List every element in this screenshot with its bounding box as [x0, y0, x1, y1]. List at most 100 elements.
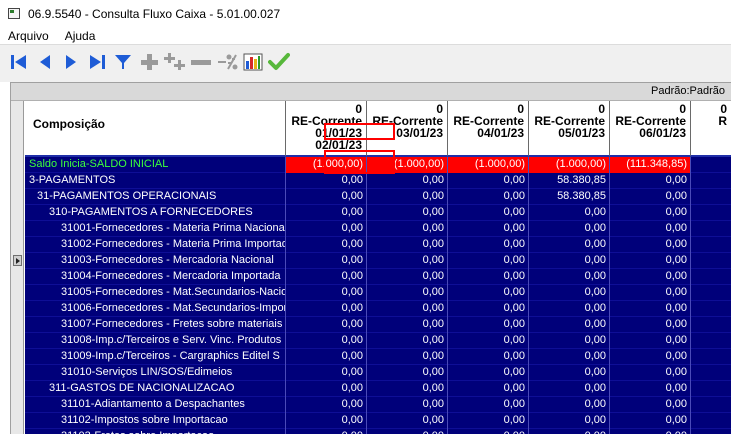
- account-name-cell: 31003-Fornecedores - Mercadoria Nacional: [25, 253, 286, 269]
- value-cell: [691, 253, 731, 269]
- column-header-mid: R: [718, 114, 727, 128]
- table-row[interactable]: 310-PAGAMENTOS A FORNECEDORES 0,00 0,00 0,0…: [25, 205, 731, 221]
- value-cell: 0,00: [367, 365, 448, 381]
- value-cell: [691, 333, 731, 349]
- table-row[interactable]: 31009-Imp.c/Terceiros - Cargraphics Edit…: [25, 349, 731, 365]
- value-cell: 0,00: [610, 221, 691, 237]
- account-name-cell: 31102-Impostos sobre Importacao: [25, 413, 286, 429]
- value-cell: 0,00: [367, 429, 448, 434]
- table-row[interactable]: 31007-Fornecedores - Fretes sobre materi…: [25, 317, 731, 333]
- value-cell: 0,00: [367, 189, 448, 205]
- next-record-button[interactable]: [58, 49, 84, 75]
- value-cell: [691, 349, 731, 365]
- skip-to-start-icon: [11, 54, 26, 69]
- value-cell: 0,00: [367, 285, 448, 301]
- value-cell: 0,00: [610, 253, 691, 269]
- account-name-cell: 31005-Fornecedores - Mat.Secundarios-Nac…: [25, 285, 286, 301]
- current-row-arrow-icon: [13, 255, 22, 266]
- collapse-button[interactable]: [188, 49, 214, 75]
- value-cell: [691, 413, 731, 429]
- value-cell: [691, 285, 731, 301]
- value-cell: 0,00: [367, 205, 448, 221]
- column-header-date[interactable]: 0 RE-Corrente 03/01/23: [367, 101, 448, 157]
- value-cell: 0,00: [286, 381, 367, 397]
- table-row[interactable]: 31003-Fornecedores - Mercadoria Nacional…: [25, 253, 731, 269]
- table-row[interactable]: 31010-Serviços LIN/SOS/Edimeios 0,00 0,00 0…: [25, 365, 731, 381]
- account-name-cell: 31006-Fornecedores - Mat.Secundarios-Imp…: [25, 301, 286, 317]
- value-cell: 0,00: [367, 413, 448, 429]
- column-header-date[interactable]: 0 RE-Corrente 06/01/23: [610, 101, 691, 157]
- menu-arquivo[interactable]: Arquivo: [0, 29, 57, 43]
- account-name-cell: 3-PAGAMENTOS: [25, 173, 286, 189]
- value-cell: 0,00: [286, 397, 367, 413]
- value-cell: 0,00: [610, 285, 691, 301]
- previous-record-button[interactable]: [32, 49, 58, 75]
- account-name-cell: 31009-Imp.c/Terceiros - Cargraphics Edit…: [25, 349, 286, 365]
- table-row[interactable]: 31101-Adiantamento a Despachantes 0,00 0,0…: [25, 397, 731, 413]
- column-header-date[interactable]: 0 RE-Corrente 05/01/23: [529, 101, 610, 157]
- column-header-date[interactable]: 0 RE-Corrente 04/01/23: [448, 101, 529, 157]
- menu-ajuda[interactable]: Ajuda: [57, 29, 104, 43]
- value-cell: 0,00: [286, 269, 367, 285]
- table-row[interactable]: 31103-Fretes sobre Importacao0,000,000,0…: [25, 429, 731, 434]
- value-cell: 0,00: [610, 413, 691, 429]
- filter-button[interactable]: [110, 49, 136, 75]
- table-row[interactable]: 31004-Fornecedores - Mercadoria Importad…: [25, 269, 731, 285]
- value-cell: 0,00: [367, 173, 448, 189]
- cashflow-grid[interactable]: Composição 0 RE-Corrente 01/01/23 02/01/23 0…: [25, 101, 731, 434]
- expand-button[interactable]: [136, 49, 162, 75]
- confirm-button[interactable]: [266, 49, 292, 75]
- app-icon: [8, 8, 20, 19]
- value-cell: 58.380,85: [529, 189, 610, 205]
- plus-icon: [141, 53, 158, 70]
- table-row[interactable]: 31006-Fornecedores - Mat.Secundarios-Imp…: [25, 301, 731, 317]
- table-row[interactable]: 31005-Fornecedores - Mat.Secundarios-Nac…: [25, 285, 731, 301]
- value-cell: 0,00: [448, 237, 529, 253]
- value-cell: 0,00: [286, 413, 367, 429]
- value-cell: 0,00: [448, 205, 529, 221]
- panel-header: Padrão:Padrão: [11, 83, 731, 101]
- value-cell: 0,00: [529, 429, 610, 434]
- value-cell: 0,00: [610, 301, 691, 317]
- value-cell: 0,00: [610, 269, 691, 285]
- column-header-date[interactable]: 0R: [691, 101, 731, 157]
- value-cell: 0,00: [610, 173, 691, 189]
- account-name-cell: 31101-Adiantamento a Despachantes: [25, 397, 286, 413]
- value-cell: 0,00: [448, 397, 529, 413]
- value-cell: 0,00: [286, 173, 367, 189]
- cashflow-panel: Padrão:Padrão Composição 0 RE-Corrente 01/…: [10, 82, 731, 434]
- column-header-composicao[interactable]: Composição: [25, 101, 286, 157]
- chart-button[interactable]: [240, 49, 266, 75]
- expand-all-button[interactable]: [162, 49, 188, 75]
- table-row[interactable]: 31001-Fornecedores - Materia Prima Nacio…: [25, 221, 731, 237]
- value-cell: 0,00: [610, 381, 691, 397]
- value-cell: 0,00: [529, 253, 610, 269]
- value-cell: [691, 157, 731, 173]
- table-row[interactable]: 31002-Fornecedores - Materia Prima Impor…: [25, 237, 731, 253]
- table-row[interactable]: 3-PAGAMENTOS 0,00 0,00 0,00 58.380,85 0,00: [25, 173, 731, 189]
- table-row[interactable]: Saldo Inicia-SALDO INICIAL (1.000,00) (1.0…: [25, 157, 731, 173]
- first-record-button[interactable]: [6, 49, 32, 75]
- value-cell: 0,00: [448, 365, 529, 381]
- value-cell: [691, 237, 731, 253]
- percent-button[interactable]: [214, 49, 240, 75]
- table-row[interactable]: 31102-Impostos sobre Importacao 0,00 0,00 0…: [25, 413, 731, 429]
- table-row[interactable]: 31-PAGAMENTOS OPERACIONAIS 0,00 0,00 0,00 58…: [25, 189, 731, 205]
- value-cell: 0,00: [367, 221, 448, 237]
- value-cell: [691, 221, 731, 237]
- value-cell: 0,00: [610, 205, 691, 221]
- column-header-extra: [448, 139, 524, 151]
- value-cell: 0,00: [448, 381, 529, 397]
- column-header-date[interactable]: 0 RE-Corrente 01/01/23 02/01/23: [286, 101, 367, 157]
- value-cell: 0,00: [367, 269, 448, 285]
- value-cell: (1.000,00): [286, 157, 367, 173]
- last-record-button[interactable]: [84, 49, 110, 75]
- column-header-extra: [367, 139, 443, 151]
- value-cell: 0,00: [286, 429, 367, 434]
- value-cell: 0,00: [367, 381, 448, 397]
- value-cell: [691, 429, 731, 434]
- table-row[interactable]: 311-GASTOS DE NACIONALIZACAO 0,00 0,00 0,00…: [25, 381, 731, 397]
- value-cell: 0,00: [448, 221, 529, 237]
- table-row[interactable]: 31008-Imp.c/Terceiros e Serv. Vinc. Prod…: [25, 333, 731, 349]
- value-cell: 0,00: [286, 253, 367, 269]
